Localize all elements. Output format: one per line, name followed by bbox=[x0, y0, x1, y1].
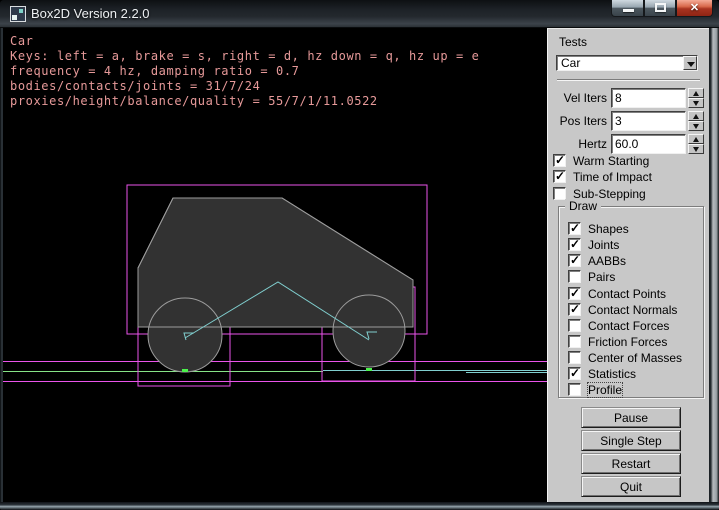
window-border-bottom bbox=[0, 502, 719, 510]
tests-selected-value: Car bbox=[561, 56, 580, 70]
keys-help-text: Keys: left = a, brake = s, right = d, hz… bbox=[10, 49, 479, 64]
right-wheel bbox=[333, 295, 405, 367]
tests-dropdown[interactable]: Car bbox=[556, 55, 698, 71]
pairs-label: Pairs bbox=[588, 270, 615, 284]
time-of-impact-label: Time of Impact bbox=[573, 170, 652, 184]
contact-normals-label: Contact Normals bbox=[588, 303, 677, 317]
hertz-label: Hertz bbox=[548, 134, 607, 154]
titlebar: Box2D Version 2.2.0 ✕ bbox=[0, 0, 719, 28]
vel-iters-spinner-up[interactable] bbox=[688, 88, 704, 98]
draw-groupbox: Draw Shapes Joints AABBs Pairs Contact P… bbox=[558, 206, 704, 398]
frequency-text: frequency = 4 hz, damping ratio = 0.7 bbox=[10, 64, 479, 79]
close-button[interactable]: ✕ bbox=[676, 0, 713, 17]
window-border-right bbox=[709, 28, 719, 502]
pairs-checkbox-icon bbox=[568, 270, 581, 283]
pause-button[interactable]: Pause bbox=[581, 407, 681, 428]
vel-iters-input[interactable] bbox=[611, 88, 686, 108]
stats-proxies-text: proxies/height/balance/quality = 55/7/1/… bbox=[10, 94, 479, 109]
statistics-label: Statistics bbox=[588, 367, 636, 381]
contact-forces-checkbox-icon bbox=[568, 319, 581, 332]
vel-iters-spinner-down[interactable] bbox=[688, 98, 704, 108]
friction-forces-label: Friction Forces bbox=[588, 335, 667, 349]
pos-iters-spinner-down[interactable] bbox=[688, 121, 704, 131]
contact-points-checkbox-icon bbox=[568, 287, 581, 300]
pos-iters-input[interactable] bbox=[611, 111, 686, 131]
control-panel: Tests Car Vel Iters Pos Iters Hertz bbox=[547, 28, 709, 502]
statistics-checkbox-icon bbox=[568, 367, 581, 380]
pos-iters-row: Pos Iters bbox=[548, 111, 710, 131]
close-icon: ✕ bbox=[677, 1, 712, 14]
contact-points-label: Contact Points bbox=[588, 287, 666, 301]
profile-checkbox-icon bbox=[568, 383, 581, 396]
vel-iters-row: Vel Iters bbox=[548, 88, 710, 108]
draw-group-title: Draw bbox=[565, 199, 601, 213]
joints-checkbox-icon bbox=[568, 238, 581, 251]
warm-starting-label: Warm Starting bbox=[573, 154, 649, 168]
vel-iters-spinner bbox=[688, 88, 704, 108]
single-step-button[interactable]: Single Step bbox=[581, 430, 681, 451]
friction-forces-checkbox-icon bbox=[568, 335, 581, 348]
simulation-viewport[interactable]: CarKeys: left = a, brake = s, right = d,… bbox=[3, 28, 547, 502]
separator bbox=[557, 79, 700, 81]
right-wheel-contact-point bbox=[366, 368, 372, 371]
vel-iters-label: Vel Iters bbox=[548, 88, 607, 108]
minimize-button[interactable] bbox=[611, 0, 644, 17]
minimize-icon bbox=[623, 9, 634, 12]
contact-forces-label: Contact Forces bbox=[588, 319, 669, 333]
time-of-impact-checkbox-icon bbox=[553, 170, 566, 183]
shapes-checkbox-icon bbox=[568, 222, 581, 235]
quit-button[interactable]: Quit bbox=[581, 476, 681, 497]
hertz-input[interactable] bbox=[611, 134, 686, 154]
maximize-button[interactable] bbox=[644, 0, 676, 17]
contact-normals-checkbox-icon bbox=[568, 303, 581, 316]
window-title: Box2D Version 2.2.0 bbox=[31, 6, 150, 21]
hertz-spinner bbox=[688, 134, 704, 154]
hertz-spinner-down[interactable] bbox=[688, 144, 704, 154]
restart-button[interactable]: Restart bbox=[581, 453, 681, 474]
center-of-masses-checkbox-icon bbox=[568, 351, 581, 364]
profile-label: Profile bbox=[588, 383, 622, 397]
aabbs-checkbox-icon bbox=[568, 254, 581, 267]
shapes-label: Shapes bbox=[588, 222, 629, 236]
app-icon bbox=[10, 6, 26, 22]
left-wheel-contact-point bbox=[182, 369, 188, 372]
stats-bodies-text: bodies/contacts/joints = 31/7/24 bbox=[10, 79, 479, 94]
center-of-masses-label: Center of Masses bbox=[588, 351, 682, 365]
caption-buttons: ✕ bbox=[611, 0, 713, 17]
warm-starting-checkbox-icon bbox=[553, 154, 566, 167]
tests-dropdown-arrow-icon[interactable] bbox=[683, 56, 697, 70]
maximize-icon bbox=[655, 3, 666, 12]
aabbs-label: AABBs bbox=[588, 254, 626, 268]
debug-text-overlay: CarKeys: left = a, brake = s, right = d,… bbox=[10, 34, 479, 109]
hertz-spinner-up[interactable] bbox=[688, 134, 704, 144]
tests-label: Tests bbox=[559, 35, 587, 49]
pos-iters-spinner bbox=[688, 111, 704, 131]
test-title-text: Car bbox=[10, 34, 479, 49]
app-window: Box2D Version 2.2.0 ✕ bbox=[0, 0, 719, 510]
hertz-row: Hertz bbox=[548, 134, 710, 154]
pos-iters-label: Pos Iters bbox=[548, 111, 607, 131]
joints-label: Joints bbox=[588, 238, 619, 252]
pos-iters-spinner-up[interactable] bbox=[688, 111, 704, 121]
